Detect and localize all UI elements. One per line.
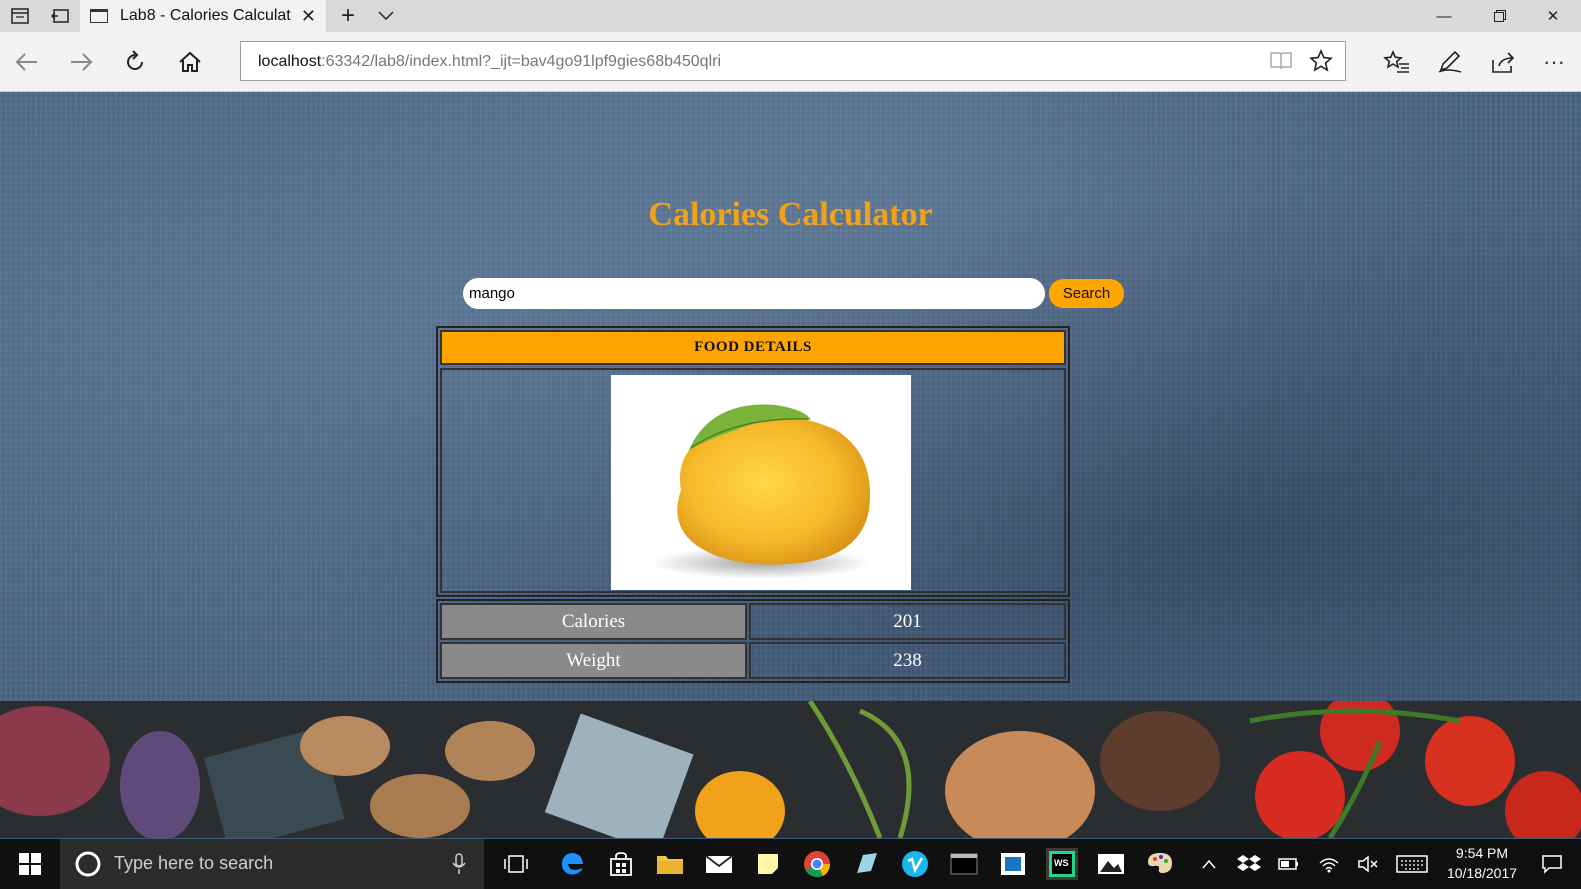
browser-tab-bar: Lab8 - Calories Calculat ✕ + — ✕	[0, 0, 1581, 32]
vimeo-app-icon[interactable]	[899, 848, 931, 880]
chrome-icon[interactable]	[801, 848, 833, 880]
page-title: Calories Calculator	[648, 196, 933, 233]
food-details-header: FOOD DETAILS	[440, 330, 1066, 365]
restore-button[interactable]	[1472, 0, 1528, 32]
battery-icon[interactable]	[1273, 848, 1305, 880]
url-text: localhost:63342/lab8/index.html?_ijt=bav…	[258, 53, 721, 71]
new-tab-icon[interactable]: +	[336, 2, 360, 29]
more-options-icon[interactable]: ···	[1538, 46, 1570, 78]
window-app-icon[interactable]	[997, 848, 1029, 880]
volume-muted-icon[interactable]	[1352, 848, 1384, 880]
tabs-aside-icon[interactable]	[48, 4, 72, 28]
keyboard-icon[interactable]	[1394, 848, 1430, 880]
page-icon	[90, 9, 108, 23]
search-button[interactable]: Search	[1049, 279, 1124, 308]
clock-date: 10/18/2017	[1446, 865, 1518, 881]
dropbox-icon[interactable]	[1233, 848, 1265, 880]
url-path: :63342/lab8/index.html?_ijt=bav4go91lpf9…	[321, 53, 722, 70]
nutrition-label-weight: Weight	[440, 642, 747, 679]
action-center-icon[interactable]	[1536, 848, 1568, 880]
feather-app-icon[interactable]	[850, 848, 882, 880]
food-details-table: FOOD DETAILS	[436, 326, 1070, 597]
paint-icon[interactable]	[1144, 848, 1176, 880]
edge-browser-icon[interactable]	[556, 848, 588, 880]
refresh-icon[interactable]	[119, 46, 151, 78]
chevron-down-icon[interactable]	[374, 4, 398, 28]
nutrition-value-weight: 238	[749, 642, 1066, 679]
favorite-star-icon[interactable]	[1309, 49, 1333, 78]
web-note-pen-icon[interactable]	[1434, 46, 1466, 78]
windows-start-icon[interactable]	[14, 848, 46, 880]
close-window-button[interactable]: ✕	[1525, 0, 1581, 32]
taskbar-search-box[interactable]: Type here to search	[60, 839, 484, 889]
task-view-icon[interactable]	[500, 848, 532, 880]
webstorm-icon[interactable]: WS	[1046, 848, 1078, 880]
nutrition-value-calories: 201	[749, 603, 1066, 640]
clock-time: 9:54 PM	[1455, 845, 1509, 861]
food-image-cell	[440, 368, 1066, 593]
browser-tab[interactable]: Lab8 - Calories Calculat ✕	[80, 0, 326, 32]
mail-icon[interactable]	[703, 848, 735, 880]
taskbar-clock[interactable]: 9:54 PM 10/18/2017	[1432, 843, 1532, 883]
terminal-icon[interactable]	[948, 848, 980, 880]
page-body: Calories Calculator Search FOOD DETAILS	[0, 92, 1581, 838]
vegetables-banner-image	[0, 701, 1581, 838]
nutrition-label-calories: Calories	[440, 603, 747, 640]
home-icon[interactable]	[174, 46, 206, 78]
sticky-notes-icon[interactable]	[752, 848, 784, 880]
wifi-icon[interactable]	[1313, 848, 1345, 880]
reading-view-icon[interactable]	[1269, 51, 1293, 76]
food-search-input[interactable]	[463, 278, 1045, 309]
forward-icon[interactable]	[65, 46, 97, 78]
svg-text:WS: WS	[1054, 858, 1069, 868]
photos-icon[interactable]	[1095, 848, 1127, 880]
cortana-icon	[74, 850, 102, 883]
chevron-up-icon[interactable]	[1193, 848, 1225, 880]
windows-taskbar: Type here to search WS 9:54 PM 10/18/201…	[0, 839, 1581, 889]
nutrition-table: Calories 201 Weight 238	[436, 599, 1070, 683]
close-icon[interactable]: ✕	[301, 6, 316, 27]
taskbar-search-placeholder: Type here to search	[114, 853, 274, 873]
url-host: localhost	[258, 53, 322, 70]
minimize-button[interactable]: —	[1416, 0, 1472, 32]
file-explorer-icon[interactable]	[654, 848, 686, 880]
back-icon[interactable]	[11, 46, 43, 78]
share-icon[interactable]	[1488, 46, 1520, 78]
browser-nav-bar: localhost:63342/lab8/index.html?_ijt=bav…	[0, 32, 1581, 92]
store-icon[interactable]	[605, 848, 637, 880]
favorites-hub-icon[interactable]	[1381, 46, 1413, 78]
microphone-icon[interactable]	[452, 853, 466, 880]
mango-image	[611, 375, 911, 590]
address-bar[interactable]: localhost:63342/lab8/index.html?_ijt=bav…	[240, 41, 1346, 81]
tab-title: Lab8 - Calories Calculat	[120, 7, 291, 24]
tab-manager-icon[interactable]	[8, 4, 32, 28]
